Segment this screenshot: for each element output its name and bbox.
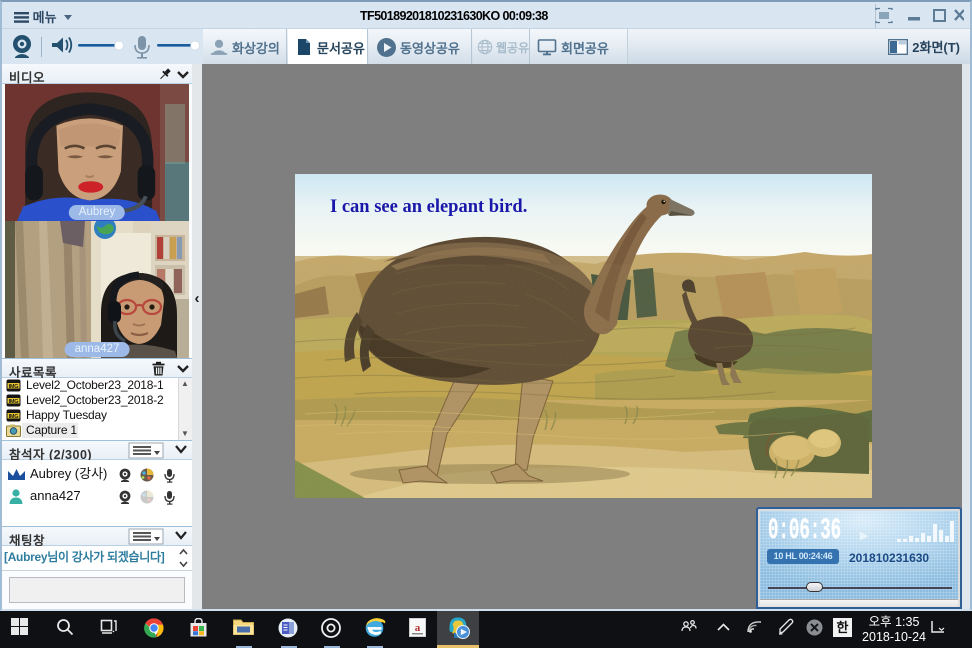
svg-text:IMG: IMG (9, 384, 19, 390)
svg-text:IMG: IMG (9, 414, 19, 420)
svg-text:a: a (415, 622, 421, 634)
svg-text:IMG: IMG (9, 399, 19, 405)
svg-text:I can see an elepant bird.: I can see an elepant bird. (330, 197, 527, 217)
